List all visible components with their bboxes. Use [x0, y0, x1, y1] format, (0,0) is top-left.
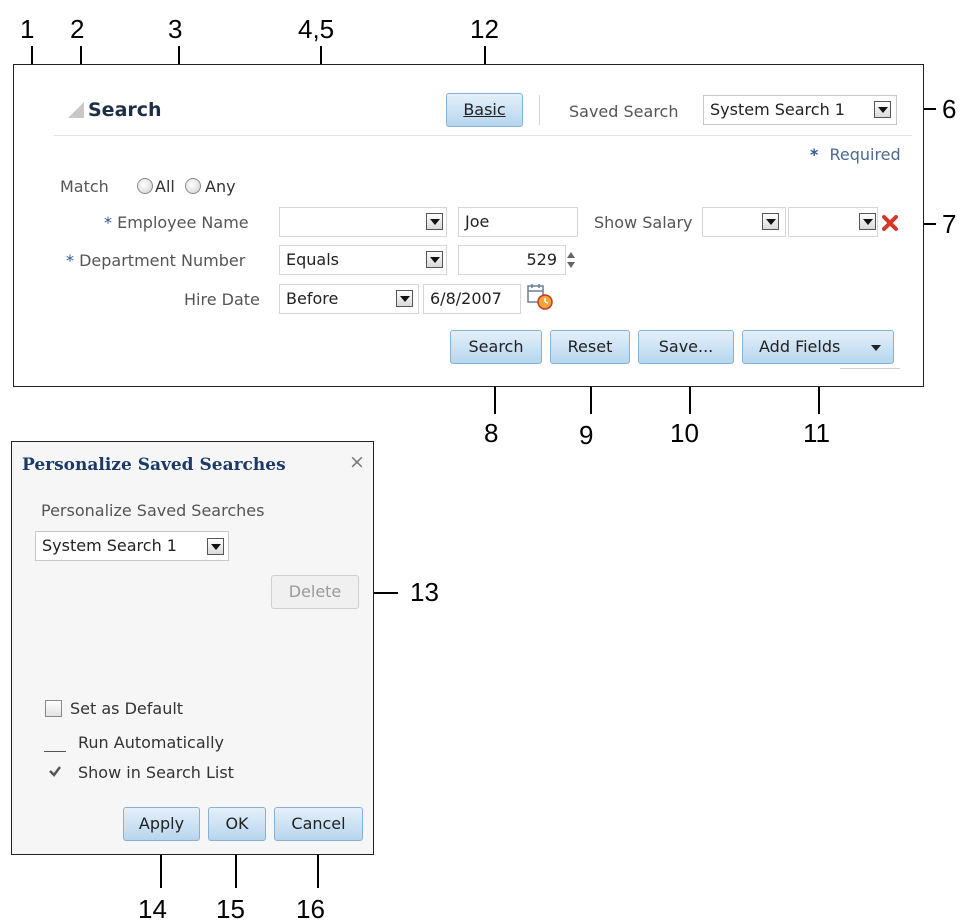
- callout-2: 2: [70, 14, 85, 44]
- ok-button[interactable]: OK: [208, 807, 266, 841]
- department-number-text: Department Number: [79, 251, 246, 270]
- search-button[interactable]: Search: [450, 330, 542, 364]
- employee-name-value: Joe: [465, 212, 490, 231]
- show-salary-label: Show Salary: [594, 213, 693, 232]
- department-number-input[interactable]: 529: [458, 245, 566, 275]
- show-salary-dropdown-arrow-icon[interactable]: [762, 213, 779, 230]
- required-note: * Required: [810, 145, 901, 164]
- department-number-operator-select[interactable]: Equals: [279, 245, 447, 275]
- employee-name-text: Employee Name: [117, 213, 249, 232]
- spinner-icon[interactable]: [565, 248, 577, 276]
- run-automatically-label: Run Automatically: [78, 733, 224, 752]
- match-any-radio[interactable]: [185, 178, 201, 194]
- match-label: Match: [60, 177, 109, 196]
- saved-search-select[interactable]: System Search 1: [703, 95, 897, 125]
- panel-title: Search: [88, 99, 162, 121]
- required-asterisk: *: [810, 145, 819, 164]
- callout-13: 13: [410, 577, 439, 607]
- cancel-button[interactable]: Cancel: [274, 807, 363, 841]
- employee-name-required: *: [104, 213, 112, 232]
- header-divider: [54, 135, 912, 136]
- callout-3: 3: [168, 14, 183, 44]
- hire-date-label: Hire Date: [184, 290, 260, 309]
- triangle-disclosure-icon[interactable]: [68, 102, 84, 122]
- basic-button-label: Basic: [463, 100, 506, 119]
- match-any-label: Any: [205, 177, 236, 196]
- dialog-saved-search-select[interactable]: System Search 1: [35, 531, 229, 561]
- search-panel: Search Basic Saved Search System Search …: [13, 64, 924, 387]
- show-in-search-list-label: Show in Search List: [78, 763, 234, 782]
- department-number-required: *: [66, 251, 74, 270]
- callout-4-5: 4,5: [298, 14, 335, 44]
- callout-1: 1: [20, 14, 35, 44]
- dropdown-arrow-icon[interactable]: [874, 101, 891, 118]
- department-number-dropdown-arrow-icon[interactable]: [426, 251, 443, 268]
- hire-date-operator: Before: [286, 289, 339, 308]
- delete-button[interactable]: Delete: [271, 575, 359, 609]
- dialog-section-label: Personalize Saved Searches: [41, 501, 265, 520]
- set-as-default-checkbox[interactable]: [45, 700, 62, 717]
- add-fields-label: Add Fields: [759, 337, 841, 356]
- employee-name-dropdown-arrow-icon[interactable]: [426, 213, 443, 230]
- basic-button[interactable]: Basic: [446, 93, 523, 127]
- hire-date-value: 6/8/2007: [430, 289, 502, 308]
- set-as-default-label: Set as Default: [70, 699, 184, 718]
- callout-12: 12: [470, 14, 499, 44]
- dialog-saved-search-value: System Search 1: [42, 536, 177, 555]
- callout-7: 7: [942, 209, 957, 239]
- hire-date-dropdown-arrow-icon[interactable]: [396, 290, 413, 307]
- remove-field-icon[interactable]: [881, 214, 899, 236]
- show-salary-value-dropdown-arrow-icon[interactable]: [859, 213, 876, 230]
- dialog-dropdown-arrow-icon[interactable]: [207, 538, 224, 555]
- add-fields-button[interactable]: Add Fields: [742, 330, 894, 364]
- callout-16: 16: [296, 894, 325, 924]
- apply-button[interactable]: Apply: [123, 807, 200, 841]
- leader-1: [31, 46, 33, 64]
- add-fields-dropdown-icon: [871, 345, 881, 351]
- checkmark-icon: [48, 763, 62, 782]
- department-number-label: * Department Number: [66, 251, 245, 270]
- save-button[interactable]: Save...: [638, 330, 734, 364]
- employee-name-input[interactable]: Joe: [458, 207, 578, 237]
- callout-8: 8: [484, 418, 499, 448]
- close-icon[interactable]: ×: [349, 451, 365, 473]
- personalize-dialog: Personalize Saved Searches × Personalize…: [11, 441, 374, 855]
- callout-11: 11: [803, 418, 830, 448]
- header-separator: [539, 95, 540, 125]
- saved-search-value: System Search 1: [710, 100, 845, 119]
- required-label: Required: [829, 145, 901, 164]
- department-number-value: 529: [526, 250, 557, 269]
- match-all-label: All: [155, 177, 175, 196]
- employee-name-label: * Employee Name: [104, 213, 249, 232]
- callout-9: 9: [579, 420, 594, 450]
- saved-search-label: Saved Search: [569, 102, 679, 121]
- hire-date-input[interactable]: 6/8/2007: [423, 284, 521, 314]
- buttons-baseline: [840, 368, 900, 369]
- callout-15: 15: [216, 894, 245, 924]
- calendar-icon[interactable]: [526, 283, 554, 315]
- run-automatically-indicator: [44, 751, 66, 752]
- callout-14: 14: [138, 894, 167, 924]
- reset-button[interactable]: Reset: [550, 330, 630, 364]
- callout-10: 10: [670, 418, 699, 448]
- match-all-radio[interactable]: [137, 178, 153, 194]
- callout-6: 6: [942, 94, 957, 124]
- employee-name-operator-select[interactable]: [279, 207, 447, 237]
- department-number-operator: Equals: [286, 250, 339, 269]
- dialog-title: Personalize Saved Searches: [22, 455, 286, 475]
